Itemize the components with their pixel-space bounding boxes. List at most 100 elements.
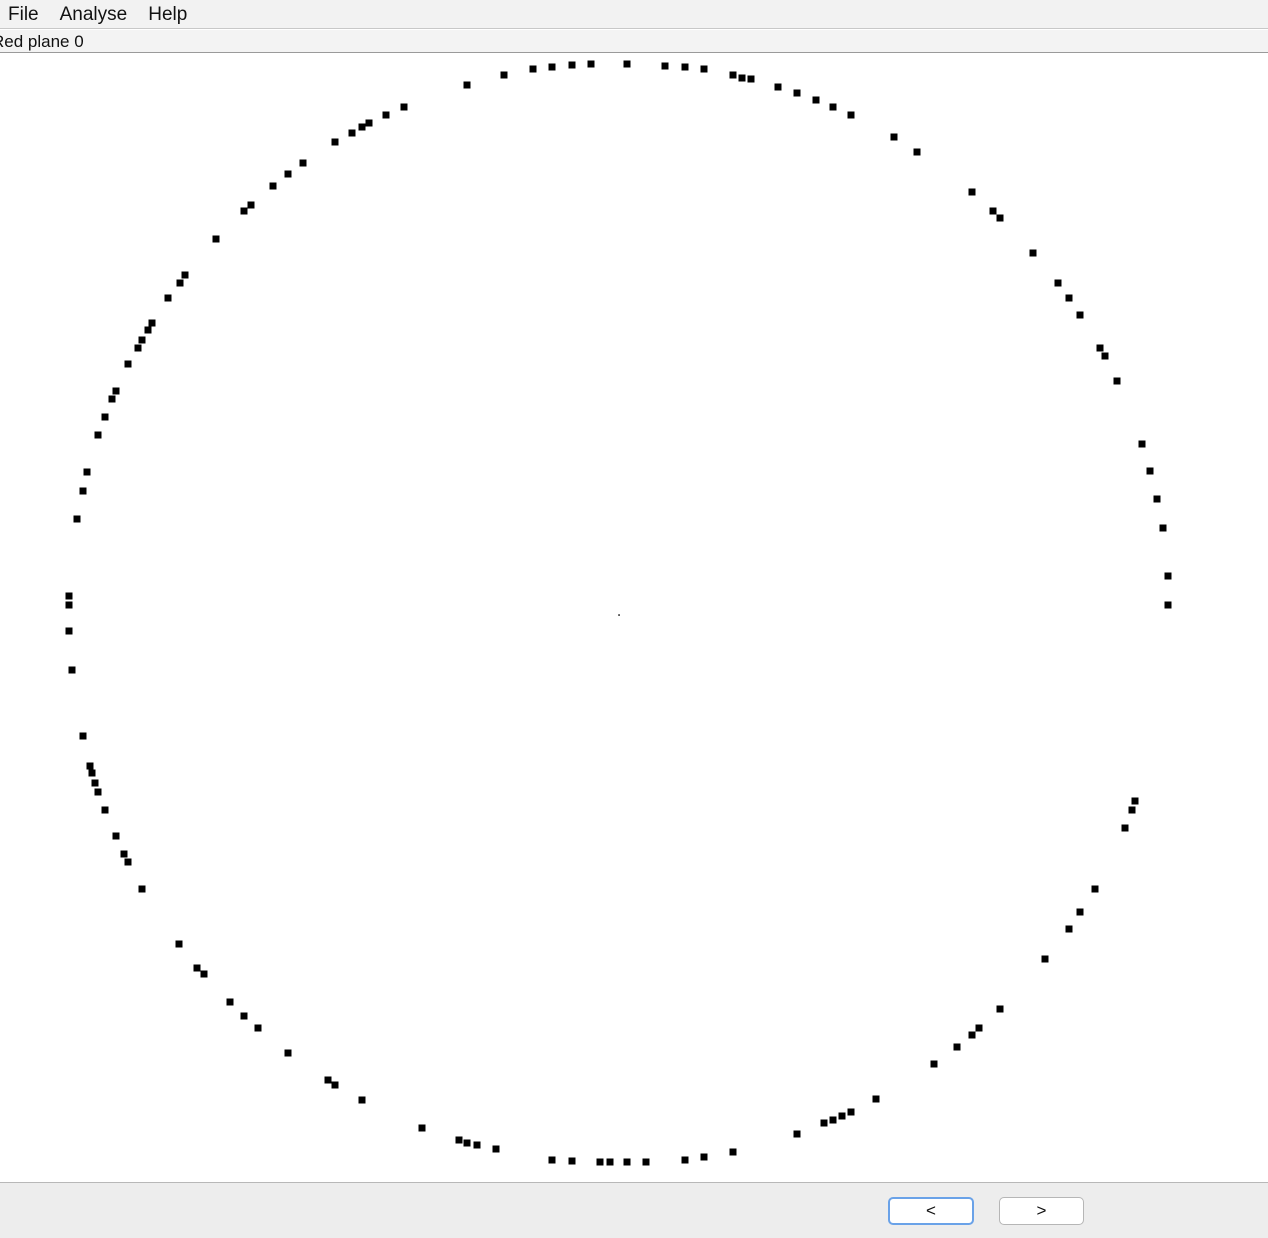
data-point [1164,572,1172,580]
data-point [968,1031,976,1039]
menu-analyse[interactable]: Analyse [52,0,141,29]
center-point [618,614,620,616]
data-point [101,806,109,814]
data-point [1138,440,1146,448]
data-point [79,732,87,740]
scatter-plot [65,60,1172,1166]
data-point [1065,294,1073,302]
data-point [112,387,120,395]
data-point [65,592,73,600]
data-point [240,1012,248,1020]
data-point [134,344,142,352]
plane-status-bar: Red plane 0 [0,30,1268,53]
data-point [1065,925,1073,933]
data-point [358,123,366,131]
data-point [793,89,801,97]
data-point [820,1119,828,1127]
data-point [838,1112,846,1120]
data-point [729,1148,737,1156]
data-point [1096,344,1104,352]
menu-bar: File Analyse Help [0,0,1268,29]
data-point [175,940,183,948]
data-point [365,119,373,127]
plane-label: Red plane 0 [0,32,84,51]
data-point [996,1005,1004,1013]
data-point [65,601,73,609]
data-point [587,60,595,68]
data-point [829,1116,837,1124]
navigation-bar: < > [0,1182,1268,1238]
data-point [681,1156,689,1164]
data-point [492,1145,500,1153]
data-point [226,998,234,1006]
data-point [623,60,631,68]
data-point [1029,249,1037,257]
data-point [596,1158,604,1166]
data-point [700,65,708,73]
data-point [793,1130,801,1138]
data-point [120,850,128,858]
data-point [953,1043,961,1051]
data-point [642,1158,650,1166]
data-point [1041,955,1049,963]
data-point [463,81,471,89]
data-point [473,1141,481,1149]
data-point [212,235,220,243]
data-point [738,74,746,82]
data-point [176,279,184,287]
data-point [729,71,737,79]
data-point [108,395,116,403]
data-point [284,170,292,178]
data-point [148,319,156,327]
data-point [164,294,172,302]
data-point [1159,524,1167,532]
data-point [890,133,898,141]
data-point [1076,311,1084,319]
data-point [623,1158,631,1166]
data-point [112,832,120,840]
data-point [200,970,208,978]
data-point [101,413,109,421]
data-point [138,336,146,344]
data-point [548,1156,556,1164]
data-point [847,111,855,119]
data-point [138,885,146,893]
data-point [269,182,277,190]
data-point [65,627,73,635]
data-point [996,214,1004,222]
data-point [500,71,508,79]
next-plane-button[interactable]: > [999,1197,1084,1225]
data-point [324,1076,332,1084]
data-point [1121,824,1129,832]
data-point [463,1139,471,1147]
data-point [1131,797,1139,805]
data-point [358,1096,366,1104]
data-point [193,964,201,972]
data-point [124,360,132,368]
data-point [812,96,820,104]
data-point [86,762,94,770]
data-point [124,858,132,866]
data-point [247,201,255,209]
data-point [700,1153,708,1161]
data-point [1113,377,1121,385]
data-point [348,129,356,137]
data-point [144,326,152,334]
menu-file[interactable]: File [0,0,52,29]
data-point [240,207,248,215]
data-point [1101,352,1109,360]
data-point [529,65,537,73]
data-point [1146,467,1154,475]
data-point [606,1158,614,1166]
menu-help[interactable]: Help [140,0,200,29]
data-point [181,271,189,279]
data-point [1164,601,1172,609]
data-point [1054,279,1062,287]
previous-plane-button[interactable]: < [888,1197,974,1225]
data-point [88,769,96,777]
data-point [79,487,87,495]
data-point [331,138,339,146]
data-point [747,75,755,83]
plot-canvas[interactable] [0,54,1268,1182]
data-point [382,111,390,119]
